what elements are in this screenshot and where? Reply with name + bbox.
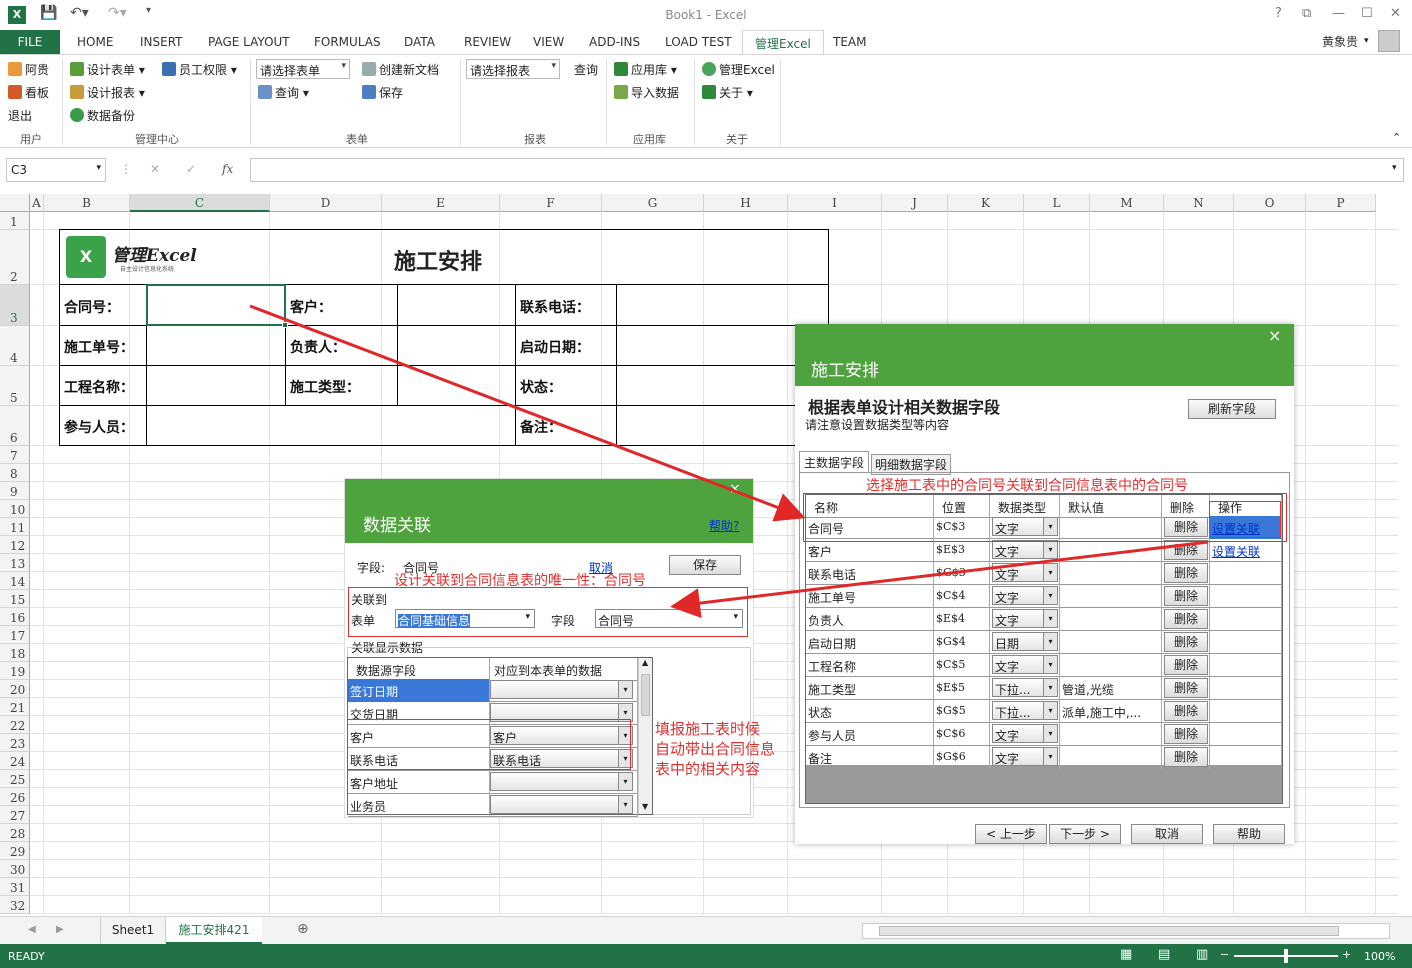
zoom-level[interactable]: 100%: [1364, 950, 1395, 963]
add-sheet-icon[interactable]: ⊕: [297, 921, 309, 937]
sheet-tabs-bar: ◀ ▶ Sheet1 施工安排421 ⊕: [0, 916, 1412, 944]
normal-view-icon[interactable]: ▦: [1120, 947, 1132, 962]
page-layout-view-icon[interactable]: ▤: [1158, 947, 1170, 962]
prev-sheet-icon[interactable]: ◀: [28, 924, 36, 935]
sheet-tab-active[interactable]: 施工安排421: [166, 917, 262, 944]
scrollbar-horizontal[interactable]: [862, 923, 1390, 939]
next-sheet-icon[interactable]: ▶: [56, 924, 64, 935]
status-bar: READY ▦ ▤ ▥ − + 100%: [0, 944, 1412, 968]
zoom-in-icon[interactable]: +: [1342, 948, 1351, 961]
zoom-out-icon[interactable]: −: [1220, 948, 1229, 961]
annotation-arrows: [249, 304, 1209, 619]
scroll-thumb[interactable]: [879, 926, 1339, 936]
zoom-slider-thumb[interactable]: [1284, 949, 1288, 963]
status-ready: READY: [8, 950, 45, 963]
sheet-tab-sheet1[interactable]: Sheet1: [100, 917, 166, 943]
page-break-view-icon[interactable]: ▥: [1196, 947, 1208, 962]
